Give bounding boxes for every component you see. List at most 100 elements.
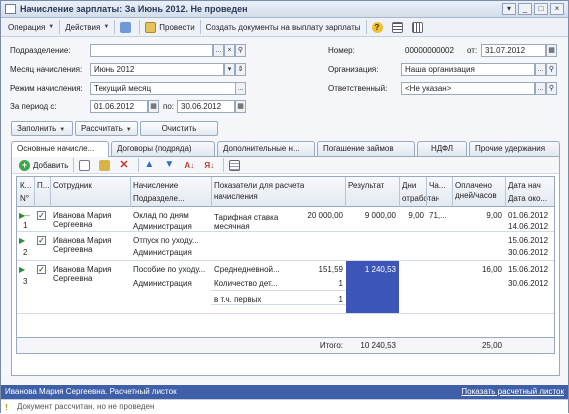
toolbar-divider [138, 158, 140, 172]
help-button[interactable]: ? [369, 20, 389, 35]
move-up-button[interactable]: ▲ [141, 158, 161, 173]
maximize-icon[interactable]: □ [534, 3, 548, 15]
header-p: П... [37, 181, 50, 190]
table-settings-button[interactable] [409, 20, 429, 35]
add-label: Добавить [33, 160, 69, 170]
open-icon[interactable]: ⚲ [546, 82, 557, 95]
number-label: Номер: [328, 46, 355, 55]
sort-desc-button[interactable]: Я↓ [201, 158, 221, 173]
header-n: N° [20, 194, 29, 203]
row-checkbox[interactable]: ✓ [37, 211, 46, 220]
show-pay-slip-link[interactable]: Показать расчетный листок [461, 385, 564, 399]
period-to-field[interactable]: 30.06.2012 [177, 100, 235, 113]
accrual-type: Пособие по уходу... [133, 265, 206, 274]
calculate-button[interactable]: Рассчитать ▼ [75, 121, 138, 136]
header-days-worked: отработано [402, 194, 439, 203]
organization-label: Организация: [328, 65, 379, 74]
row-type-icon: ▶ [19, 236, 26, 245]
totals-paid: 25,00 [481, 341, 502, 350]
result-value: 1 240,53 [364, 265, 396, 274]
employee-name: Иванова Мария Сергеевна [53, 211, 112, 229]
date-field[interactable]: 31.07.2012 [481, 44, 546, 57]
select-button[interactable]: ... [535, 82, 546, 95]
mode-field[interactable]: Текущий месяц [90, 82, 236, 95]
division: Администрация [133, 222, 192, 231]
calendar-icon[interactable]: ▦ [235, 100, 246, 113]
table-row[interactable]: ▶ ✓ 3 Иванова Мария Сергеевна Пособие по… [17, 261, 554, 313]
tab-loan-repayment[interactable]: Погашение займов [317, 141, 415, 156]
table-view-button[interactable] [226, 158, 246, 173]
calendar-icon[interactable]: ▦ [148, 100, 159, 113]
add-button[interactable]: + Добавить [16, 158, 71, 173]
tab-main-accruals[interactable]: Основные начисле... [11, 141, 109, 157]
column-divider [50, 177, 51, 207]
main-toolbar: Операция ▼ Действия ▼ Провести Создать док… [1, 18, 568, 37]
window-controls: ▾ _ □ × [502, 3, 564, 15]
toolbar-divider [199, 20, 201, 34]
create-payment-docs-button[interactable]: Создать документы на выплату зарплаты [203, 20, 364, 35]
post-button[interactable]: Провести [142, 20, 197, 35]
clear-button[interactable]: Очистить [140, 121, 218, 136]
responsible-field[interactable]: <Не указан> [401, 82, 535, 95]
title-bar: Начисление зарплаты: За Июнь 2012. Не пр… [1, 1, 568, 18]
indicator-name: Среднедневной... [214, 265, 280, 274]
dropdown-icon[interactable]: ▾ [224, 63, 235, 76]
month-field[interactable]: Июнь 2012 [90, 63, 224, 76]
subdivision-label: Подразделение: [10, 46, 71, 55]
delete-button[interactable]: ✕ [116, 158, 136, 173]
open-icon[interactable]: ⚲ [235, 44, 246, 57]
period-label: За период с: [10, 102, 57, 111]
open-icon[interactable]: ⚲ [546, 63, 557, 76]
move-down-button[interactable]: ▼ [161, 158, 181, 173]
sort-asc-button[interactable]: A↓ [181, 158, 201, 173]
date-end: 30.06.2012 [508, 248, 549, 257]
mode-label: Режим начисления: [10, 84, 83, 93]
employee-name: Иванова Мария Сергеевна [53, 236, 112, 254]
row-type-icon: ▶ [19, 265, 26, 274]
accrual-type: Отпуск по уходу... [133, 236, 199, 245]
row-checkbox[interactable]: ✓ [37, 265, 46, 274]
organization-field[interactable]: Наша организация [401, 63, 535, 76]
date-label: от: [467, 46, 478, 55]
stepper-icon[interactable]: ⇕ [235, 63, 246, 76]
calendar-icon[interactable]: ▦ [546, 44, 557, 57]
header-paid: Оплачено [455, 181, 492, 190]
pay-slip-title: Иванова Мария Сергеевна. Расчетный листо… [5, 387, 177, 396]
tab-other-deductions[interactable]: Прочие удержания [469, 141, 560, 156]
table-toolbar: + Добавить ✕ ▲ ▼ A↓ Я↓ [12, 157, 559, 174]
tab-contracts[interactable]: Договоры (подряда) [111, 141, 215, 156]
minimize-icon[interactable]: _ [518, 3, 532, 15]
row-checkbox[interactable]: ✓ [37, 236, 46, 245]
menu-icon[interactable]: ▾ [502, 3, 516, 15]
tab-strip: Основные начисле... Договоры (подряда) Д… [11, 141, 560, 157]
column-divider [130, 177, 131, 207]
tab-additional-accruals[interactable]: Дополнительные н... [217, 141, 315, 156]
select-button[interactable]: ... [235, 82, 246, 95]
number-field[interactable]: 00000000002 [401, 44, 463, 57]
period-from-field[interactable]: 01.06.2012 [90, 100, 148, 113]
fill-label: Заполнить [17, 124, 57, 133]
hours-value: 71,... [429, 211, 447, 220]
header-date-start: Дата нач [508, 181, 541, 190]
tab-income-tax[interactable]: НДФЛ [417, 141, 467, 156]
select-button[interactable]: ... [213, 44, 224, 57]
column-divider [34, 177, 35, 207]
fill-button[interactable]: Заполнить ▼ [11, 121, 73, 136]
copy-button[interactable] [76, 158, 96, 173]
subdivision-field[interactable] [90, 44, 213, 57]
edit-button[interactable] [96, 158, 116, 173]
column-divider [211, 177, 212, 207]
refresh-button[interactable] [117, 20, 137, 35]
table-row[interactable]: ▶ — ✓ 1 Иванова Мария Сергеевна Оклад по… [17, 207, 554, 231]
document-icon [5, 4, 16, 14]
actions-menu[interactable]: Действия ▼ [62, 20, 112, 35]
date-start: 15.06.2012 [508, 265, 549, 274]
select-button[interactable]: ... [535, 63, 546, 76]
close-icon[interactable]: × [550, 3, 564, 15]
post-icon [145, 21, 157, 33]
table-row[interactable]: ▶ ✓ 2 Иванова Мария Сергеевна Отпуск по … [17, 232, 554, 260]
operation-menu[interactable]: Операция ▼ [5, 20, 57, 35]
sort-descending-icon: Я↓ [204, 160, 215, 170]
clear-icon[interactable]: × [224, 44, 235, 57]
structure-button[interactable] [389, 20, 409, 35]
